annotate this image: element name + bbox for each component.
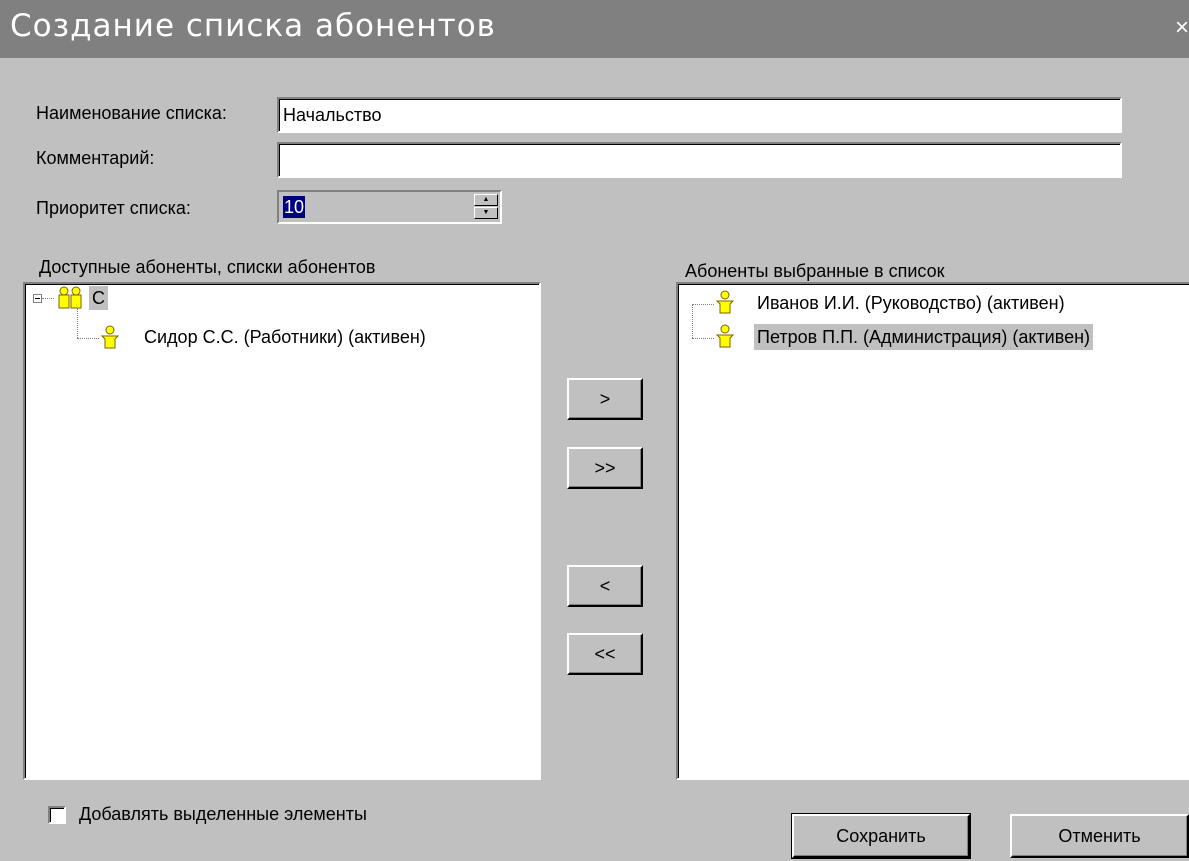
available-label: Доступные абоненты, списки абонентов <box>39 257 376 277</box>
spin-down-arrow-icon[interactable]: ▼ <box>474 207 498 219</box>
selected-label: Абоненты выбранные в список <box>685 261 945 281</box>
available-tree[interactable]: С Сидор С.С. (Работники) (активен) <box>23 282 541 780</box>
person-icon <box>100 325 120 349</box>
person-icon <box>715 290 735 314</box>
save-button[interactable]: Сохранить <box>791 813 971 859</box>
list-name-label: Наименование списка: <box>36 103 227 123</box>
remove-all-button[interactable]: << <box>567 633 643 675</box>
window-title: Создание списка абонентов <box>10 8 496 44</box>
priority-spinner[interactable]: 10 ▲ ▼ <box>277 190 502 224</box>
remove-button[interactable]: < <box>567 565 643 607</box>
list-name-value: Начальство <box>283 105 382 125</box>
spinner-buttons: ▲ ▼ <box>474 194 498 220</box>
list-name-input[interactable]: Начальство <box>277 97 1122 133</box>
priority-label: Приоритет списка: <box>36 198 191 218</box>
close-icon[interactable]: × <box>1175 14 1189 42</box>
tree-group-label[interactable]: С <box>89 286 108 310</box>
group-icon <box>58 286 82 309</box>
priority-value: 10 <box>283 196 306 218</box>
add-selected-checkbox[interactable] <box>48 806 66 824</box>
spin-up-arrow-icon[interactable]: ▲ <box>474 194 498 206</box>
add-selected-label[interactable]: Добавлять выделенные элементы <box>79 804 367 825</box>
add-button[interactable]: > <box>567 378 643 420</box>
comment-label: Комментарий: <box>36 148 155 168</box>
tree-item-label[interactable]: Сидор С.С. (Работники) (активен) <box>141 324 429 350</box>
comment-input[interactable] <box>277 142 1122 178</box>
add-all-button[interactable]: >> <box>567 447 643 489</box>
title-bar: Создание списка абонентов × <box>0 0 1189 58</box>
collapse-icon[interactable] <box>33 294 42 303</box>
selected-item-label[interactable]: Иванов И.И. (Руководство) (активен) <box>754 290 1068 316</box>
selected-tree[interactable]: Иванов И.И. (Руководство) (активен) Петр… <box>676 282 1189 780</box>
selected-item-label[interactable]: Петров П.П. (Администрация) (активен) <box>754 324 1094 350</box>
person-icon <box>715 324 735 348</box>
cancel-button[interactable]: Отменить <box>1010 814 1189 858</box>
